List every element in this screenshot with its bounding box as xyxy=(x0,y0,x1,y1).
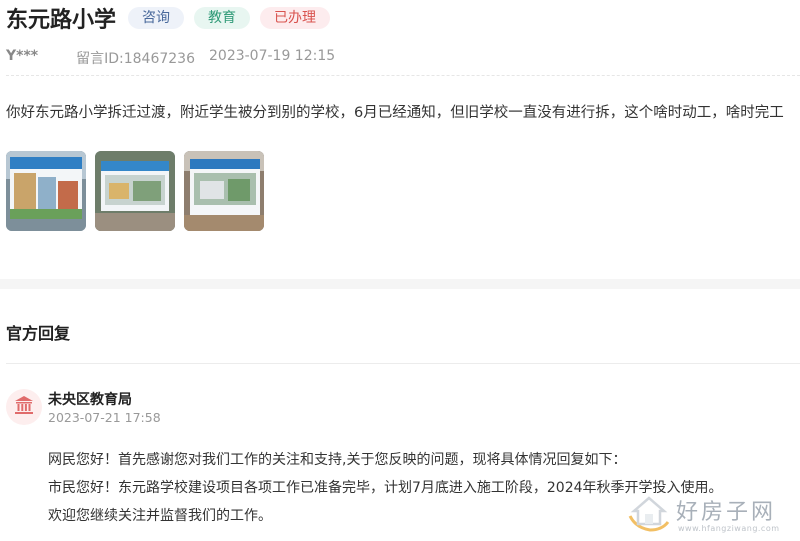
tag-status-handled: 已办理 xyxy=(260,7,331,29)
photo-thumbnail-1[interactable] xyxy=(6,151,86,231)
government-building-icon xyxy=(14,395,34,419)
org-name: 未央区教育局 xyxy=(48,392,132,408)
header: 东元路小学 咨询 教育 已办理 xyxy=(6,0,340,36)
reply-paragraph: 市民您好！东元路学校建设项目各项工作已准备完毕，计划7月底进入施工阶段，2024… xyxy=(48,480,723,496)
watermark-url: www.hfangziwang.com xyxy=(678,524,780,533)
photo-thumbnail-2[interactable] xyxy=(95,151,175,231)
message-id: 留言ID:18467236 xyxy=(76,51,195,67)
reply-content: 网民您好！首先感谢您对我们工作的关注和支持,关于您反映的问题，现将具体情况回复如… xyxy=(48,446,723,530)
section-separator xyxy=(0,279,800,289)
message-meta: Y*** 留言ID:18467236 2023-07-19 12:15 xyxy=(6,48,335,68)
divider xyxy=(6,75,800,76)
photo-thumbnail-3[interactable] xyxy=(184,151,264,231)
message-datetime: 2023-07-19 12:15 xyxy=(209,48,336,64)
reply-paragraph: 网民您好！首先感谢您对我们工作的关注和支持,关于您反映的问题，现将具体情况回复如… xyxy=(48,452,627,468)
org-avatar xyxy=(6,389,42,425)
watermark-text: 好房子网 xyxy=(676,500,777,525)
tag-consult: 咨询 xyxy=(128,7,185,29)
tag-education: 教育 xyxy=(194,7,251,29)
user-name: Y*** xyxy=(6,48,39,64)
reply-paragraph: 欢迎您继续关注并监督我们的工作。 xyxy=(48,508,272,524)
image-gallery xyxy=(6,151,273,231)
message-content: 你好东元路小学拆迁过渡，附近学生被分到别的学校，6月已经通知，但旧学校一直没有进… xyxy=(6,105,784,121)
official-reply-heading: 官方回复 xyxy=(6,324,71,343)
reply-datetime: 2023-07-21 17:58 xyxy=(48,410,161,425)
divider xyxy=(6,363,800,364)
watermark: 好房子网 www.hfangziwang.com xyxy=(626,492,794,538)
page-title: 东元路小学 xyxy=(6,8,117,33)
